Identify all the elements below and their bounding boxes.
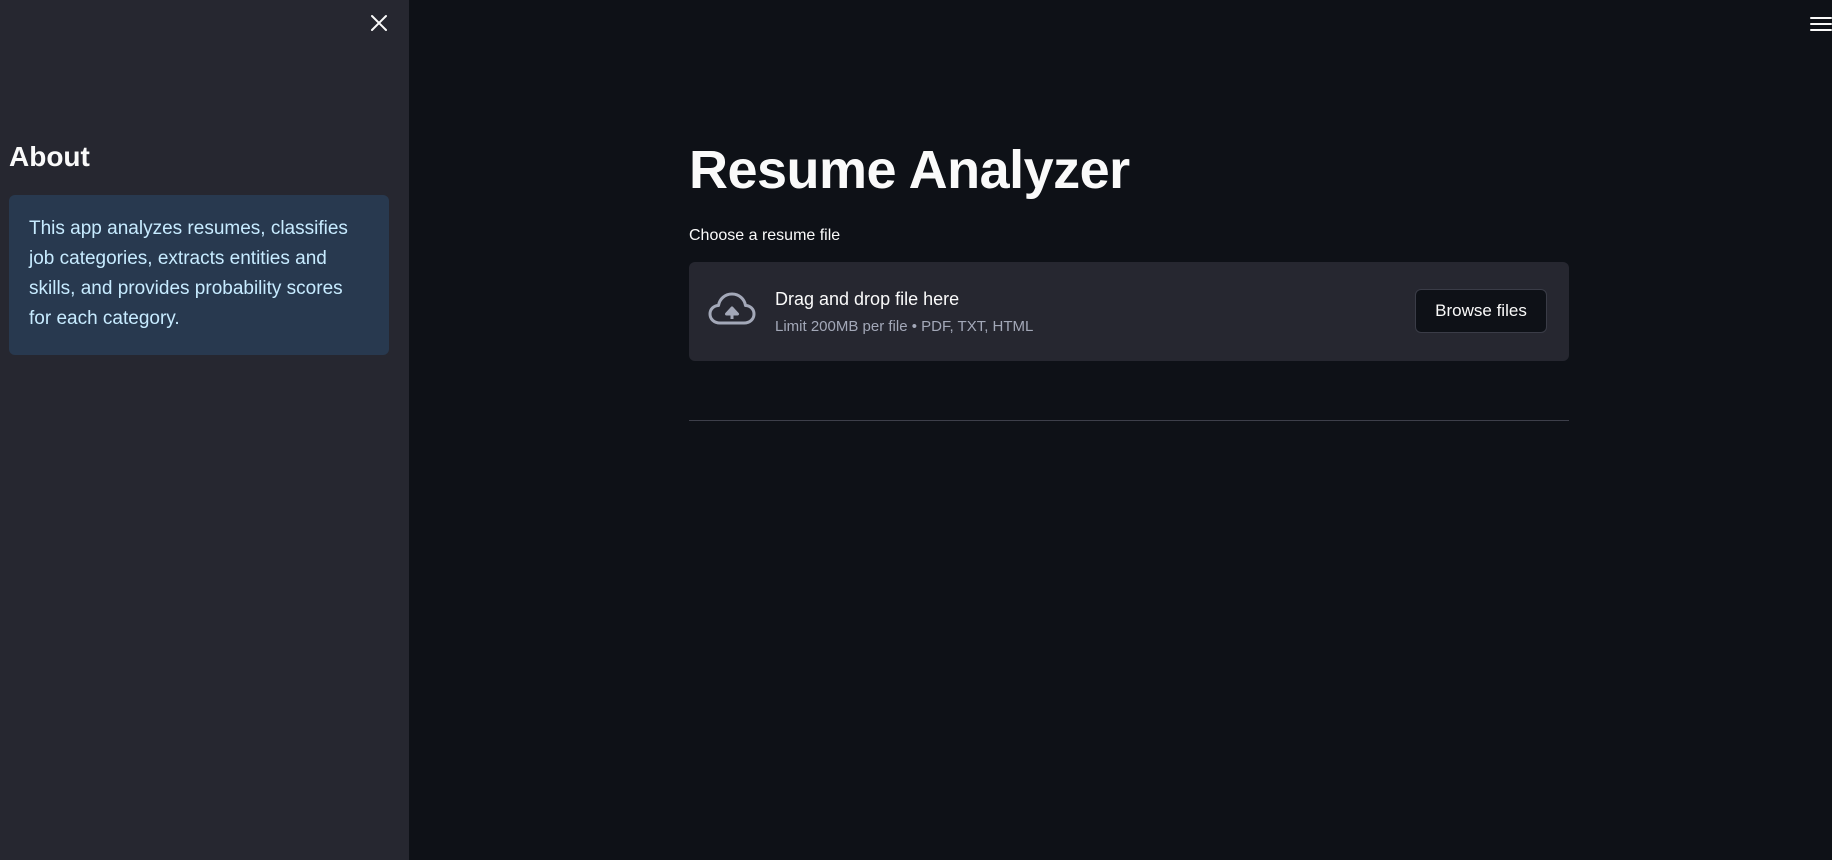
browse-files-button[interactable]: Browse files [1415,289,1547,333]
close-icon [370,14,388,37]
file-dropzone[interactable]: Drag and drop file here Limit 200MB per … [689,262,1569,361]
hamburger-menu-icon [1806,17,1832,40]
main-content: Resume Analyzer Choose a resume file Dra… [409,0,1832,860]
file-uploader-label: Choose a resume file [689,227,841,244]
dropzone-instructions: Drag and drop file here [775,289,960,309]
main-menu-button[interactable] [1806,12,1832,36]
about-info-box: This app analyzes resumes, classifies jo… [9,195,389,355]
page-title: Resume Analyzer [689,140,1130,200]
divider [689,420,1569,421]
sidebar-close-button[interactable] [364,10,394,40]
dropzone-file-limits: Limit 200MB per file • PDF, TXT, HTML [775,318,1034,335]
about-info-text: This app analyzes resumes, classifies jo… [29,218,348,329]
sidebar: About This app analyzes resumes, classif… [0,0,409,860]
app: About This app analyzes resumes, classif… [0,0,1832,860]
sidebar-heading: About [9,141,90,172]
cloud-upload-icon [708,290,756,330]
